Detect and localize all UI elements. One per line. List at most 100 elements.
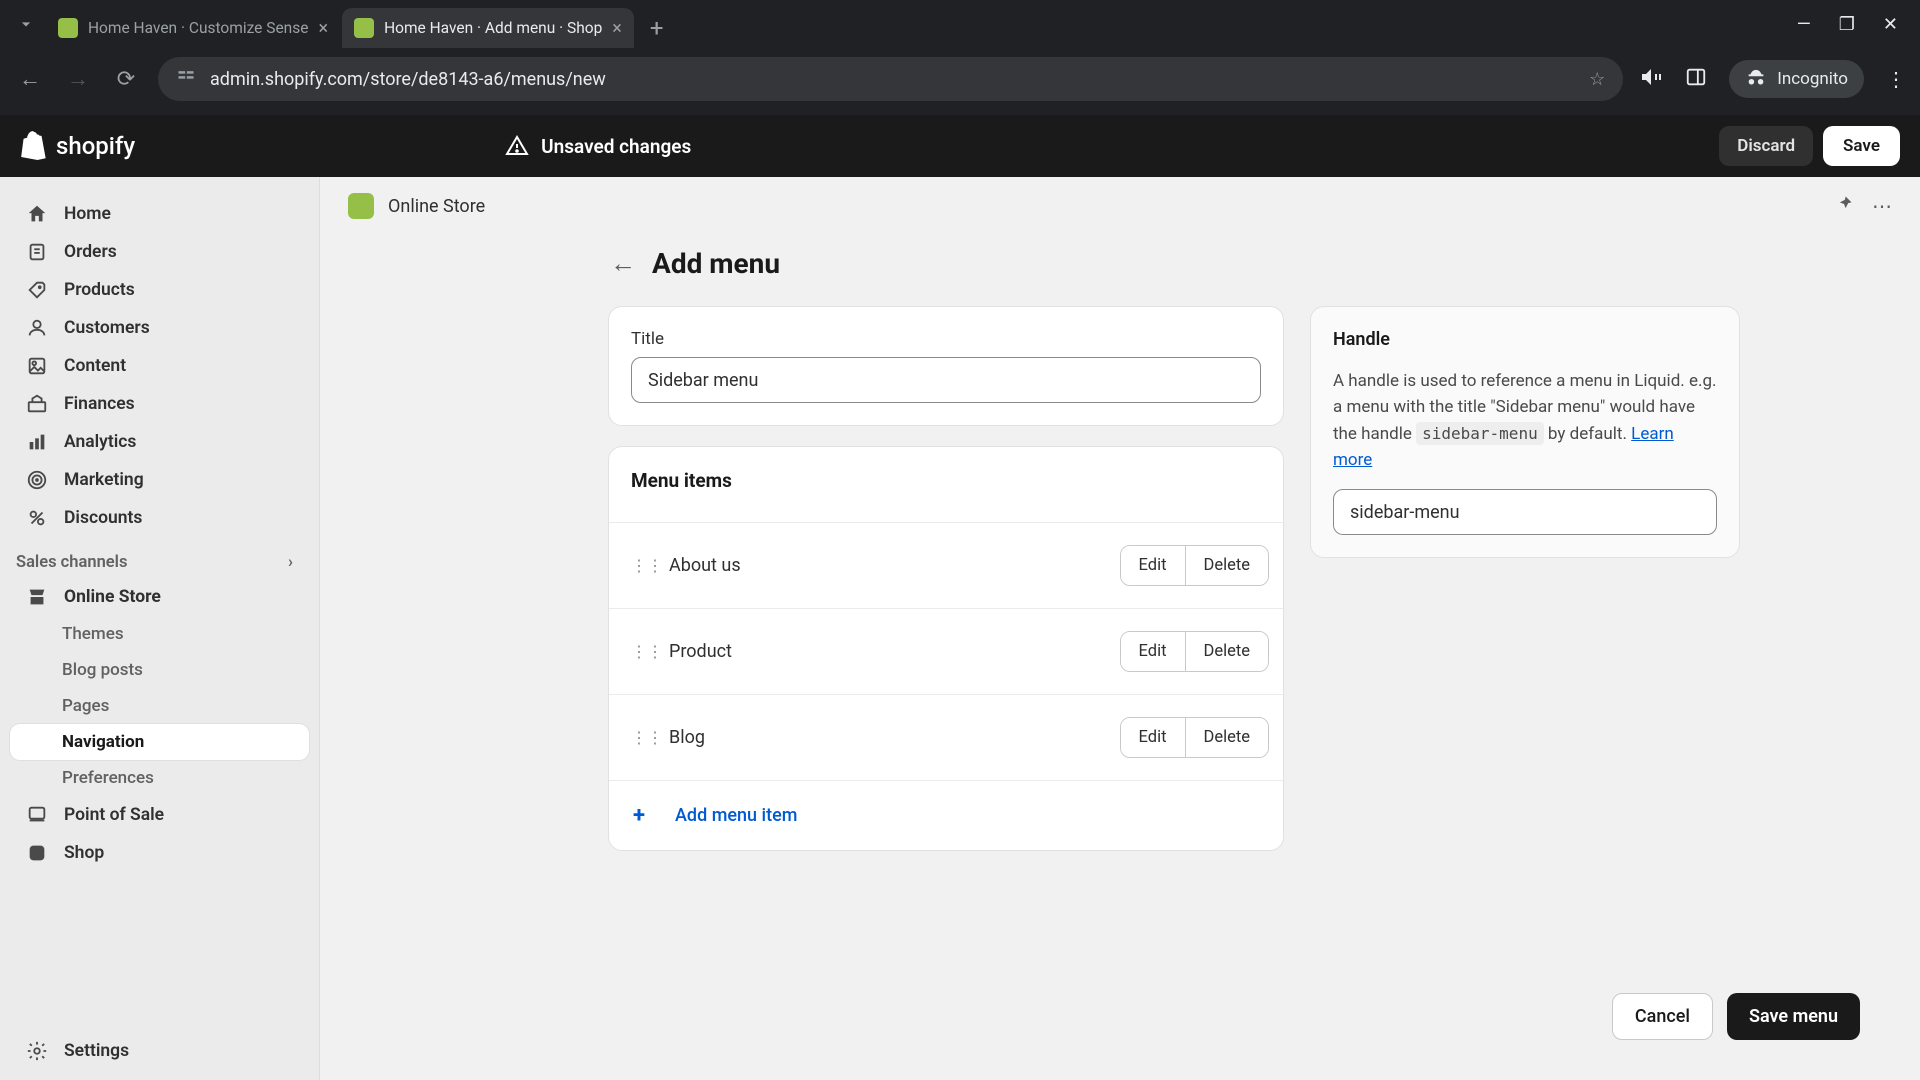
menu-item-label: About us: [669, 555, 1098, 576]
main-content: Online Store ⋯ ← Add menu Title Menu ite: [320, 177, 1920, 1080]
nav-label: Themes: [62, 624, 124, 644]
nav-label: Products: [64, 280, 135, 300]
menu-item-row: ⋮⋮ Product Edit Delete: [609, 608, 1283, 694]
sidebar-item-pos[interactable]: Point of Sale: [10, 796, 309, 834]
warning-icon: [505, 134, 529, 158]
nav-label: Orders: [64, 242, 117, 262]
sidebar-item-analytics[interactable]: Analytics: [10, 423, 309, 461]
nav-label: Navigation: [62, 732, 144, 752]
minimize-icon[interactable]: —: [1797, 14, 1811, 35]
nav-label: Marketing: [64, 470, 144, 490]
finances-icon: [26, 393, 48, 415]
breadcrumb-row: Online Store ⋯: [320, 177, 1920, 229]
sidebar-subitem-blog-posts[interactable]: Blog posts: [10, 652, 309, 688]
browser-tab[interactable]: Home Haven · Customize Sense ×: [46, 8, 340, 48]
shopify-topbar: shopify Unsaved changes Discard Save: [0, 115, 1920, 177]
url-bar[interactable]: admin.shopify.com/store/de8143-a6/menus/…: [158, 57, 1623, 101]
cancel-button[interactable]: Cancel: [1612, 993, 1713, 1040]
maximize-icon[interactable]: ❐: [1839, 14, 1855, 35]
menu-title-input[interactable]: [631, 357, 1261, 403]
sidebar-item-online-store[interactable]: Online Store: [10, 578, 309, 616]
pin-icon[interactable]: [1834, 194, 1854, 219]
shopify-logo[interactable]: shopify: [20, 130, 135, 162]
tab-title: Home Haven · Customize Sense: [88, 19, 308, 37]
site-settings-icon[interactable]: [176, 67, 196, 92]
incognito-badge[interactable]: Incognito: [1729, 60, 1864, 98]
sidebar-item-customers[interactable]: Customers: [10, 309, 309, 347]
drag-handle-icon[interactable]: ⋮⋮: [631, 556, 647, 575]
browser-chrome: Home Haven · Customize Sense × Home Have…: [0, 0, 1920, 115]
more-icon[interactable]: ⋯: [1872, 194, 1892, 219]
unsaved-label: Unsaved changes: [541, 135, 691, 158]
close-icon[interactable]: ×: [318, 18, 328, 39]
edit-button[interactable]: Edit: [1121, 718, 1185, 757]
sidebar-item-home[interactable]: Home: [10, 195, 309, 233]
marketing-icon: [26, 469, 48, 491]
nav-label: Discounts: [64, 508, 142, 528]
section-label: Sales channels: [16, 553, 127, 572]
close-icon[interactable]: ×: [612, 18, 622, 39]
drag-handle-icon[interactable]: ⋮⋮: [631, 728, 647, 747]
nav-label: Home: [64, 204, 111, 224]
discounts-icon: [26, 507, 48, 529]
customers-icon: [26, 317, 48, 339]
nav-label: Settings: [64, 1041, 129, 1061]
title-field-label: Title: [631, 329, 1261, 349]
page-title: Add menu: [652, 247, 780, 280]
edit-button[interactable]: Edit: [1121, 546, 1185, 585]
sidebar-item-orders[interactable]: Orders: [10, 233, 309, 271]
save-button[interactable]: Save: [1823, 126, 1900, 166]
analytics-icon: [26, 431, 48, 453]
browser-tab-active[interactable]: Home Haven · Add menu · Shop ×: [342, 8, 634, 48]
delete-button[interactable]: Delete: [1185, 546, 1269, 585]
edit-button[interactable]: Edit: [1121, 632, 1185, 671]
sidebar-item-products[interactable]: Products: [10, 271, 309, 309]
sidebar-item-settings[interactable]: Settings: [10, 1032, 309, 1070]
add-menu-item-button[interactable]: + Add menu item: [609, 780, 1283, 850]
new-tab-button[interactable]: +: [636, 14, 678, 42]
handle-input[interactable]: [1333, 489, 1717, 535]
discard-button[interactable]: Discard: [1719, 126, 1813, 166]
sidebar-subitem-navigation[interactable]: Navigation: [10, 724, 309, 760]
delete-button[interactable]: Delete: [1185, 632, 1269, 671]
sidebar-item-discounts[interactable]: Discounts: [10, 499, 309, 537]
back-icon[interactable]: ←: [14, 66, 46, 92]
sidebar-item-marketing[interactable]: Marketing: [10, 461, 309, 499]
menu-item-label: Product: [669, 641, 1098, 662]
handle-card: Handle A handle is used to reference a m…: [1310, 306, 1740, 558]
sidebar-subitem-pages[interactable]: Pages: [10, 688, 309, 724]
shopify-brand-text: shopify: [56, 132, 135, 160]
products-icon: [26, 279, 48, 301]
reload-icon[interactable]: ⟳: [110, 67, 142, 92]
sidepanel-icon[interactable]: [1685, 66, 1707, 93]
sidebar-item-content[interactable]: Content: [10, 347, 309, 385]
drag-handle-icon[interactable]: ⋮⋮: [631, 642, 647, 661]
menu-item-actions: Edit Delete: [1120, 545, 1269, 586]
menu-item-label: Blog: [669, 727, 1098, 748]
pos-icon: [26, 804, 48, 826]
nav-label: Blog posts: [62, 660, 143, 680]
bookmark-icon[interactable]: ☆: [1589, 69, 1605, 90]
sidebar-subitem-themes[interactable]: Themes: [10, 616, 309, 652]
chevron-right-icon[interactable]: ›: [288, 553, 293, 572]
nav-label: Content: [64, 356, 126, 376]
unsaved-changes-indicator: Unsaved changes: [505, 134, 691, 158]
forward-icon[interactable]: →: [62, 66, 94, 92]
nav-label: Analytics: [64, 432, 136, 452]
browser-menu-icon[interactable]: ⋮: [1886, 67, 1906, 91]
sidebar-item-shop[interactable]: Shop: [10, 834, 309, 872]
tab-search-dropdown[interactable]: [8, 6, 44, 42]
nav-label: Customers: [64, 318, 150, 338]
gear-icon: [26, 1040, 48, 1062]
back-arrow-icon[interactable]: ←: [610, 248, 636, 279]
store-icon: [26, 586, 48, 608]
close-window-icon[interactable]: ✕: [1883, 14, 1898, 35]
sidebar-item-finances[interactable]: Finances: [10, 385, 309, 423]
media-control-icon[interactable]: [1639, 65, 1663, 94]
delete-button[interactable]: Delete: [1185, 718, 1269, 757]
sidebar-subitem-preferences[interactable]: Preferences: [10, 760, 309, 796]
save-menu-button[interactable]: Save menu: [1727, 993, 1860, 1040]
menu-item-actions: Edit Delete: [1120, 631, 1269, 672]
handle-card-title: Handle: [1333, 329, 1717, 350]
incognito-label: Incognito: [1777, 69, 1848, 89]
